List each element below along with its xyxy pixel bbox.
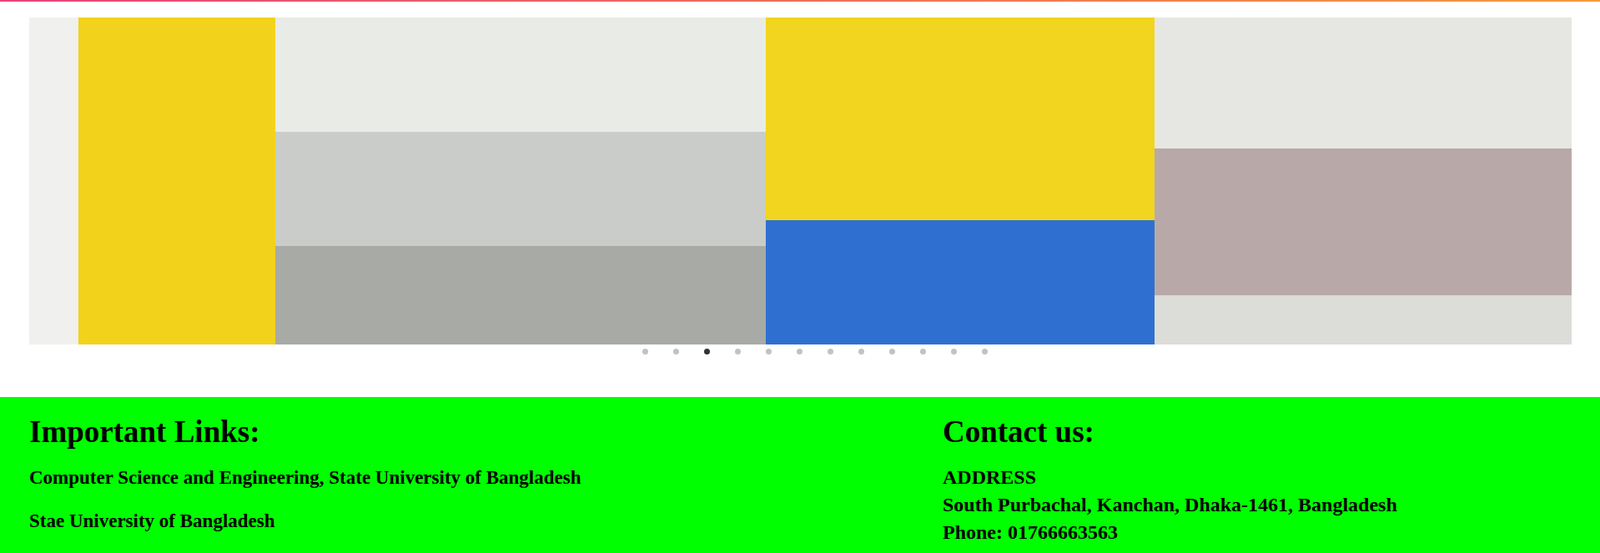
carousel-dot[interactable] [734, 348, 741, 355]
carousel-dot[interactable] [704, 348, 710, 355]
carousel-dot[interactable] [858, 348, 865, 355]
photo-carousel[interactable] [0, 1, 1600, 355]
carousel-dot[interactable] [981, 348, 988, 355]
carousel-dot[interactable] [889, 348, 896, 355]
page: Important Links: Computer Science and Eng… [0, 0, 1600, 553]
carousel-photo[interactable] [1154, 17, 1572, 345]
carousel-dot[interactable] [796, 348, 803, 355]
footer: Important Links: Computer Science and Eng… [0, 397, 1600, 553]
carousel-photo[interactable] [275, 17, 766, 345]
contact-us: Contact us: ADDRESSSouth Purbachal, Kanch… [942, 413, 1600, 547]
address-label: ADDRESS [942, 463, 1600, 492]
phone-text: Phone: 01766663563 [942, 518, 1600, 547]
links-heading: Important Links: [29, 413, 943, 451]
carousel-dots [29, 344, 1600, 355]
top-accent-line [0, 0, 1600, 2]
carousel-dot[interactable] [673, 348, 680, 355]
carousel-dot[interactable] [950, 348, 957, 355]
carousel-dot[interactable] [765, 348, 772, 355]
footer-link[interactable]: Stae University of Bangladesh [29, 508, 943, 534]
footer-link[interactable]: Computer Science and Engineering, State … [29, 465, 943, 491]
important-links: Important Links: Computer Science and Eng… [29, 413, 943, 547]
carousel-dot[interactable] [920, 348, 926, 355]
carousel-photo[interactable] [765, 17, 1155, 345]
carousel-dot[interactable] [642, 348, 649, 355]
contact-heading: Contact us: [942, 413, 1600, 451]
carousel-dot[interactable] [827, 348, 834, 355]
carousel-slides [29, 17, 1600, 345]
carousel-photo[interactable] [29, 17, 276, 345]
address-text: South Purbachal, Kanchan, Dhaka-1461, Ba… [942, 491, 1600, 519]
